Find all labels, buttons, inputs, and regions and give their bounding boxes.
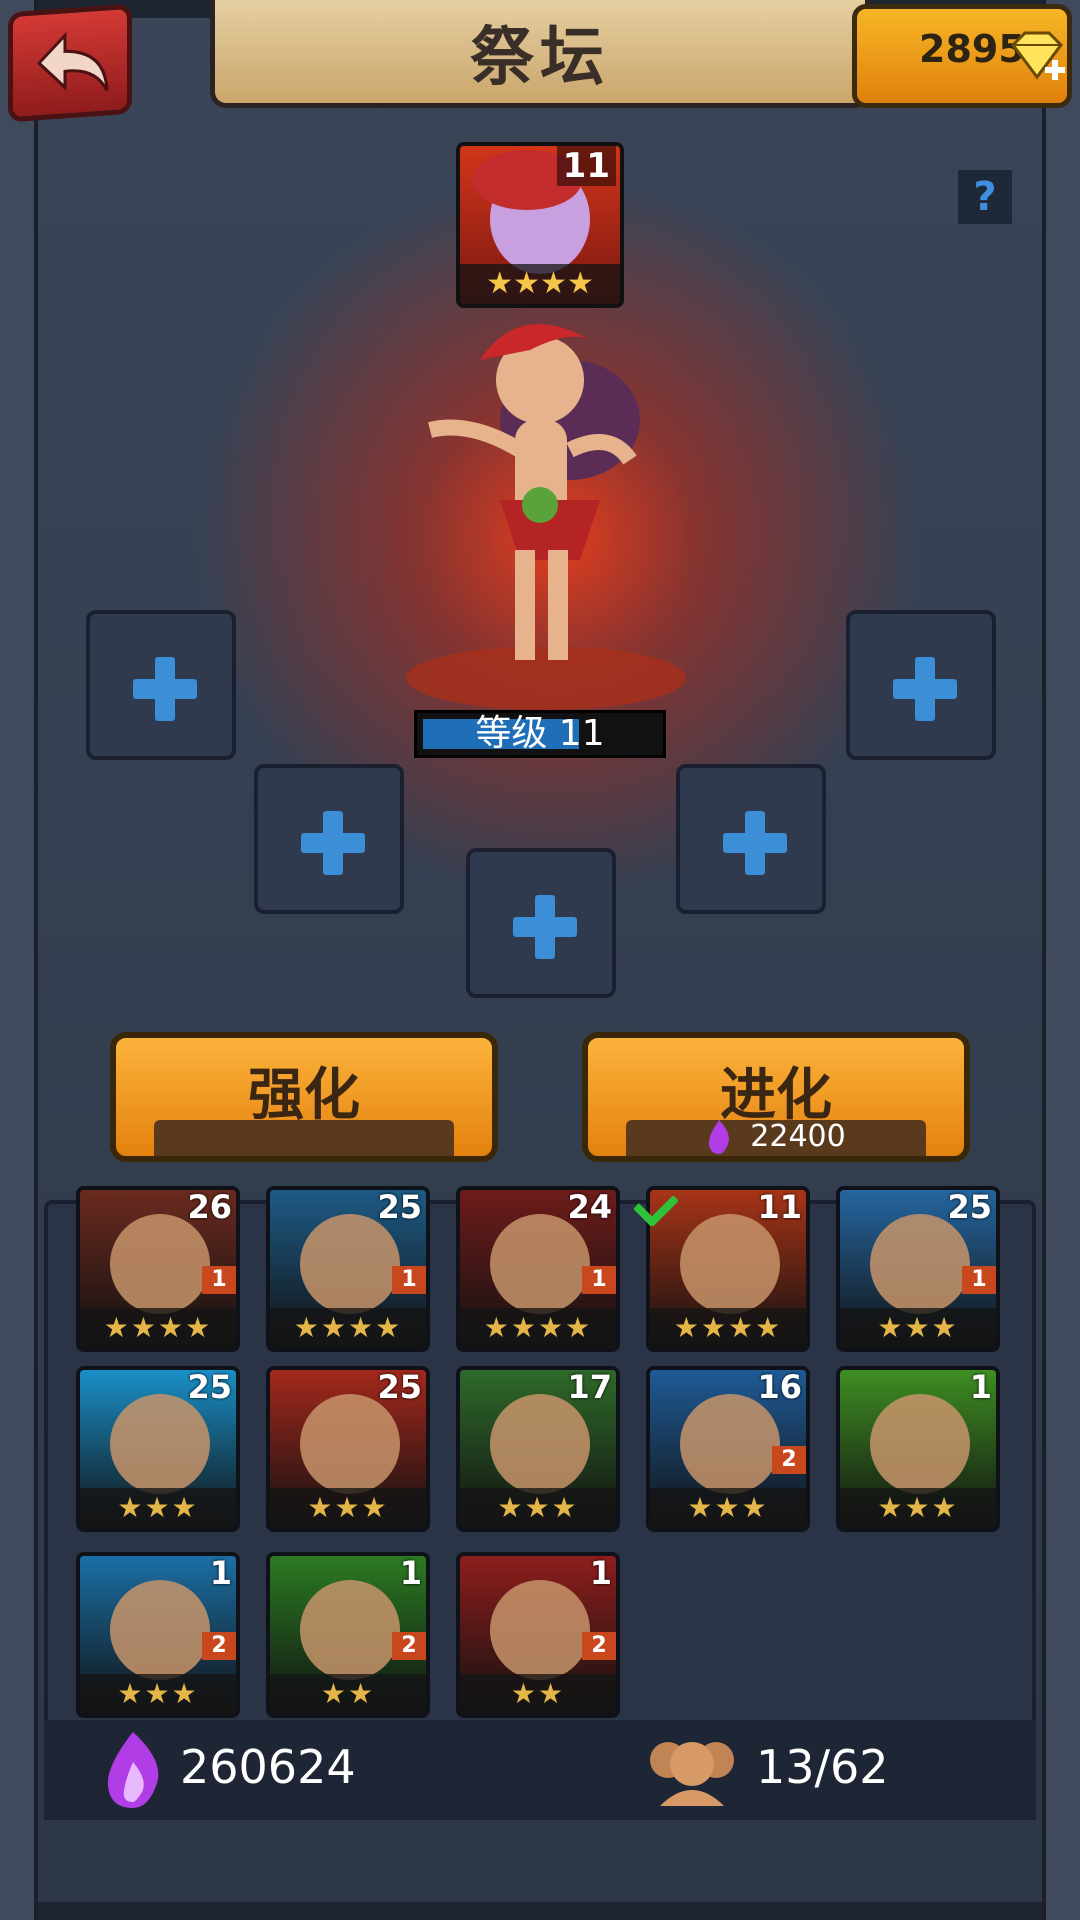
left-rock-border [0,0,38,1920]
selected-check-icon [634,1196,678,1226]
hero-level: 24 [567,1188,612,1226]
hero-level: 16 [757,1368,802,1406]
hero-level: 25 [947,1188,992,1226]
selected-hero-stars: ★★★★ [460,264,620,304]
evolve-cost-value: 22400 [750,1118,846,1154]
hero-avatar [110,1214,210,1314]
hero-stars: ★★★ [270,1488,426,1528]
hero-rank-badge: 2 [772,1446,806,1474]
hero-card[interactable]: 24 1 ★★★★ [456,1186,620,1352]
hero-avatar [300,1214,400,1314]
roster-footer: 260624 13/62 [44,1720,1036,1820]
hero-level: 1 [209,1554,232,1592]
back-button[interactable] [8,3,132,123]
hero-stars: ★★★ [460,1488,616,1528]
hero-stars: ★★★ [840,1488,996,1528]
hero-rank-badge: 2 [582,1632,616,1660]
right-rock-border [1042,0,1080,1920]
hero-avatar [110,1394,210,1494]
hero-avatar [110,1580,210,1680]
enhance-button[interactable]: 强化 [110,1032,498,1162]
gem-counter[interactable]: 2895 [852,4,1072,108]
hero-card[interactable]: 17 ★★★ [456,1366,620,1532]
hero-level-label: 等级 11 [475,713,605,754]
material-slot-1[interactable] [86,610,236,760]
essence-amount: 260624 [180,1740,356,1794]
hero-stars: ★★ [460,1674,616,1714]
page-title: 祭坛 [470,20,610,95]
hero-stars: ★★★★ [270,1308,426,1348]
evolve-button[interactable]: 进化 22400 [582,1032,970,1162]
hero-level: 25 [377,1368,422,1406]
hero-avatar [490,1394,590,1494]
evolve-cost: 22400 [588,1118,964,1154]
hero-rank-badge: 1 [582,1266,616,1294]
help-button[interactable]: ? [958,170,1012,224]
hero-stars: ★★★★ [460,1308,616,1348]
hero-avatar [870,1214,970,1314]
hero-level: 1 [589,1554,612,1592]
hero-level: 26 [187,1188,232,1226]
hero-rank-badge: 2 [202,1632,236,1660]
hero-avatar [490,1580,590,1680]
enhance-button-base [154,1120,454,1156]
hero-avatar [490,1214,590,1314]
hero-card[interactable]: 16 2 ★★★ [646,1366,810,1532]
hero-card[interactable]: 25 ★★★ [266,1366,430,1532]
hero-avatar [300,1394,400,1494]
hero-card[interactable]: 25 1 ★★★ [836,1186,1000,1352]
hero-stars: ★★★ [80,1674,236,1714]
hero-card[interactable]: 1 2 ★★★ [76,1552,240,1718]
material-slot-4[interactable] [676,764,826,914]
enhance-label: 强化 [248,1063,360,1128]
back-arrow-icon [36,31,109,92]
material-slot-5[interactable] [846,610,996,760]
hero-avatar [680,1214,780,1314]
essence-flame-icon [107,1732,159,1808]
hero-level: 25 [187,1368,232,1406]
hero-card[interactable]: 1 2 ★★ [456,1552,620,1718]
hero-stars: ★★★★ [650,1308,806,1348]
title-banner: 祭坛 [210,0,870,108]
heroes-group-icon [650,1742,734,1806]
purple-flame-icon [709,1120,730,1154]
hero-avatar [680,1394,780,1494]
selected-hero-level: 11 [556,146,616,186]
hero-card[interactable]: 1 ★★★ [836,1366,1000,1532]
selected-hero-portrait[interactable]: 11 ★★★★ [456,142,624,308]
hero-stars: ★★★ [650,1488,806,1528]
material-slot-3[interactable] [466,848,616,998]
hero-rank-badge: 1 [962,1266,996,1294]
plus-icon [133,657,197,721]
roster-count: 13/62 [756,1740,889,1794]
hero-rank-badge: 1 [202,1266,236,1294]
hero-avatar [300,1580,400,1680]
hero-avatar [870,1394,970,1494]
hero-stars: ★★★ [80,1488,236,1528]
plus-icon [723,811,787,875]
hero-level: 25 [377,1188,422,1226]
plus-icon [301,811,365,875]
hero-rank-badge: 1 [392,1266,426,1294]
diamond-plus-icon [1011,31,1065,80]
material-slot-2[interactable] [254,764,404,914]
hero-stars: ★★★ [840,1308,996,1348]
hero-level-bar: 等级 11 [414,710,666,758]
hero-card[interactable]: 1 2 ★★ [266,1552,430,1718]
hero-level: 1 [969,1368,992,1406]
hero-stars: ★★ [270,1674,426,1714]
hero-figure [406,324,686,710]
hero-card[interactable]: 25 1 ★★★★ [266,1186,430,1352]
hero-rank-badge: 2 [392,1632,426,1660]
hero-card[interactable]: 26 1 ★★★★ [76,1186,240,1352]
plus-icon [513,895,577,959]
hero-card[interactable]: 25 ★★★ [76,1366,240,1532]
hero-level: 1 [399,1554,422,1592]
hero-level: 17 [567,1368,612,1406]
hero-stars: ★★★★ [80,1308,236,1348]
plus-icon [893,657,957,721]
hero-level: 11 [757,1188,802,1226]
